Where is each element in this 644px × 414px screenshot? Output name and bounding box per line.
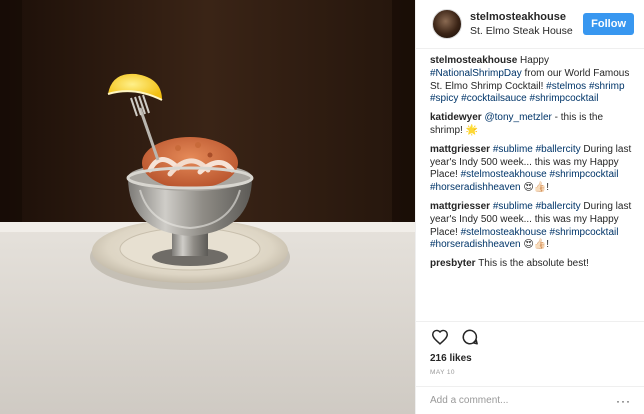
comment-text: 😍👍🏻! [520,239,550,251]
instagram-post: stelmosteakhouse St. Elmo Steak House Fo… [0,0,644,414]
hashtag-link[interactable]: #sublime [493,144,533,155]
hashtag-link[interactable]: #shrimpcocktail [530,93,599,104]
header-text: stelmosteakhouse St. Elmo Steak House [470,11,583,38]
follow-button[interactable]: Follow [583,13,634,35]
hashtag-link[interactable]: #stelmosteakhouse [461,227,547,238]
heart-icon[interactable] [430,327,450,347]
hashtag-link[interactable]: #ballercity [536,144,581,155]
comment-item: mattgriesser #sublime #ballercity During… [430,201,635,252]
likes-count[interactable]: 216 likes [430,352,631,365]
comment-username[interactable]: presbyter [430,258,476,269]
comment-item: presbyter This is the absolute best! [430,258,635,271]
post-photo[interactable] [0,0,415,414]
comment-item: katidewyer @tony_metzler - this is the s… [430,112,635,138]
hashtag-link[interactable]: #NationalShrimpDay [430,68,522,79]
header-username[interactable]: stelmosteakhouse [470,11,583,24]
avatar[interactable] [432,9,462,39]
hashtag-link[interactable]: #horseradishheaven [430,182,521,193]
comment-item: stelmosteakhouse Happy #NationalShrimpDa… [430,55,635,106]
comment-item: mattgriesser #sublime #ballercity During… [430,144,635,195]
hashtag-link[interactable]: #shrimpcocktail [550,227,619,238]
hashtag-link[interactable]: #cocktailsauce [461,93,527,104]
hashtag-link[interactable]: @tony_metzler [484,112,551,123]
comment-username[interactable]: katidewyer [430,112,482,123]
hashtag-link[interactable]: #stelmos [546,81,586,92]
comment-username[interactable]: stelmosteakhouse [430,55,517,66]
hashtag-link[interactable]: #ballercity [536,201,581,212]
post-header: stelmosteakhouse St. Elmo Steak House Fo… [416,0,644,49]
comments-list: stelmosteakhouse Happy #NationalShrimpDa… [416,55,644,319]
hashtag-link[interactable]: #stelmosteakhouse [461,169,547,180]
header-location[interactable]: St. Elmo Steak House [470,24,583,38]
comment-text: This is the absolute best! [478,258,589,270]
hashtag-link[interactable]: #shrimp [589,81,625,92]
hashtag-link[interactable]: #shrimpcocktail [550,169,619,180]
hashtag-link[interactable]: #spicy [430,93,458,104]
more-options-icon[interactable]: ··· [616,394,631,408]
comment-text: Happy [520,55,549,66]
comment-bubble-icon[interactable] [460,327,480,347]
comment-text: 😍👍🏻! [520,182,550,194]
action-icons [430,322,631,352]
shrimp-cocktail-image [0,0,415,414]
comment-input[interactable] [430,395,610,406]
post-sidebar: stelmosteakhouse St. Elmo Steak House Fo… [415,0,644,414]
post-date: MAY 10 [430,369,455,376]
add-comment-bar: ··· [416,386,644,414]
comment-username[interactable]: mattgriesser [430,201,490,212]
hashtag-link[interactable]: #sublime [493,201,533,212]
hashtag-link[interactable]: #horseradishheaven [430,239,521,250]
comment-username[interactable]: mattgriesser [430,144,490,155]
